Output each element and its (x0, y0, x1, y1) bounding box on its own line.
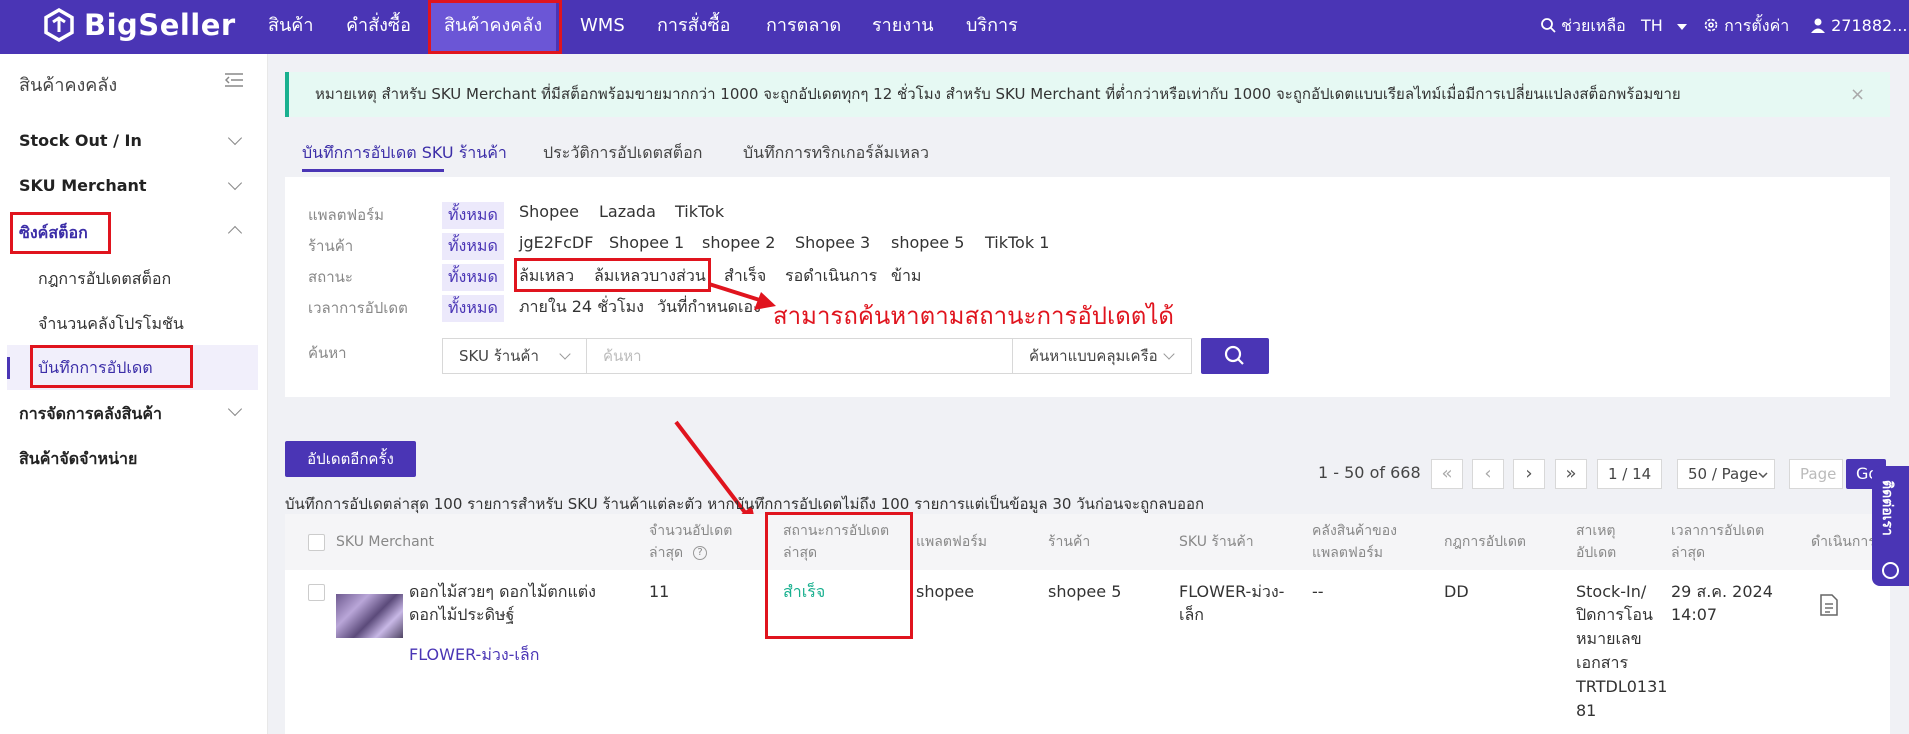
page-size-value: 50 / Page (1688, 465, 1758, 483)
help-circle-icon[interactable]: ? (693, 546, 707, 560)
col-action: ดำเนินการ (1811, 534, 1876, 550)
row-store-sku-line2: เล็ก (1179, 605, 1204, 624)
last-page-button[interactable]: » (1555, 459, 1587, 489)
row-reason-3: หมายเลข (1576, 629, 1642, 648)
row-reason-6: 81 (1576, 701, 1597, 720)
row-checkbox[interactable] (308, 584, 325, 601)
col-time-line1: เวลาการอัปเดต (1671, 523, 1765, 539)
row-store-sku-line1: FLOWER-ม่วง- (1179, 582, 1285, 601)
row-reason-5: TRTDL0131 (1576, 677, 1668, 696)
col-platform: แพลตฟอร์ม (916, 534, 987, 550)
col-reason-line1: สาเหตุ (1576, 523, 1616, 539)
update-qty: 11 (649, 582, 670, 601)
product-name-line2: ดอกไม้ประดิษฐ์ (409, 605, 515, 624)
product-thumbnail (336, 594, 403, 638)
row-platform: shopee (916, 582, 975, 601)
row-reason-4: เอกสาร (1576, 653, 1629, 672)
col-store-sku: SKU ร้านค้า (1179, 534, 1254, 550)
row-warehouse: -- (1312, 582, 1324, 601)
pagination-range: 1 - 50 of 668 (1318, 463, 1421, 482)
next-page-button[interactable]: › (1513, 459, 1545, 489)
reupdate-button[interactable]: อัปเดตอีกครั้ง (285, 441, 416, 477)
row-time-clock: 14:07 (1671, 605, 1718, 624)
col-store: ร้านค้า (1048, 534, 1091, 550)
row-time-date: 29 ส.ค. 2024 (1671, 582, 1773, 601)
select-all-checkbox[interactable] (308, 534, 325, 551)
highlight-box-status-column (765, 512, 913, 639)
row-store: shopee 5 (1048, 582, 1122, 601)
chat-icon (1882, 562, 1899, 579)
col-warehouse-line1: คลังสินค้าของ (1312, 523, 1397, 539)
product-name-line1: ดอกไม้สวยๆ ดอกไม้ตกแต่ง (409, 582, 596, 601)
page-size-select[interactable]: 50 / Page (1677, 459, 1775, 489)
col-time-line2: ล่าสุด (1671, 545, 1706, 561)
page-jump-input[interactable]: Page (1789, 459, 1843, 489)
col-warehouse-line2: แพลตฟอร์ม (1312, 545, 1383, 561)
prev-page-button[interactable]: ‹ (1472, 459, 1504, 489)
col-qty-line1: จำนวนอัปเดต (649, 523, 733, 539)
col-rule: กฎการอัปเดต (1444, 534, 1526, 550)
retention-hint: บันทึกการอัปเดตล่าสุด 100 รายการสำหรับ S… (285, 495, 1205, 513)
row-rule: DD (1444, 582, 1469, 601)
contact-float-tab[interactable]: ติดต่อเรา (1872, 466, 1909, 586)
document-icon[interactable] (1820, 594, 1838, 616)
caret-down-icon (1758, 472, 1768, 478)
row-reason-2: ปิดการโอน (1576, 605, 1653, 624)
page-indicator[interactable]: 1 / 14 (1597, 459, 1662, 489)
contact-float-label: ติดต่อเรา (1879, 480, 1895, 536)
col-sku-merchant: SKU Merchant (336, 534, 435, 550)
row-reason-1: Stock-In/ (1576, 582, 1647, 601)
first-page-button[interactable]: « (1431, 459, 1463, 489)
col-reason-line2: อัปเดต (1576, 545, 1617, 561)
col-qty-line2: ล่าสุด (649, 545, 684, 561)
sku-merchant-link[interactable]: FLOWER-ม่วง-เล็ก (409, 643, 539, 667)
